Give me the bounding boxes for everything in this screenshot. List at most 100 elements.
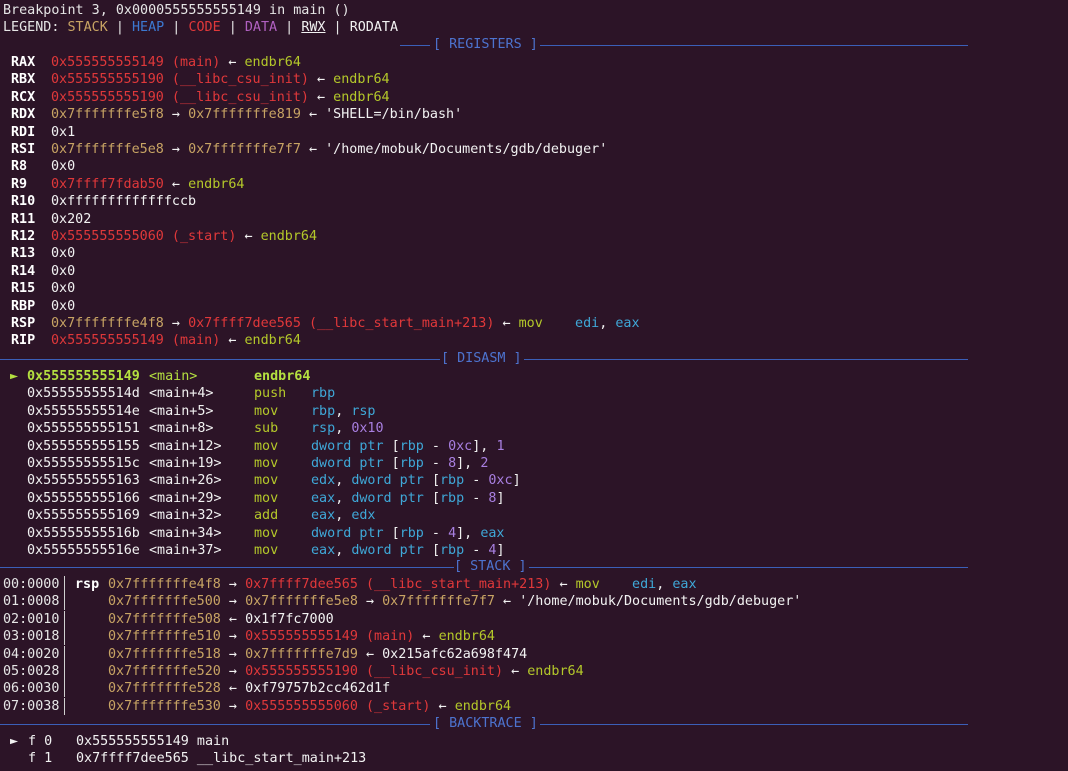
stack-divider [64, 610, 65, 628]
disasm-row[interactable]: 0x55555555515c <main+19> mov dword ptr [rbp… [0, 455, 1068, 472]
backtrace-frame[interactable]: f 1 0x7ffff7dee565 __libc_start_main+213 [0, 750, 1068, 767]
disasm-row[interactable]: 0x555555555166 <main+29> mov eax, dword ptr… [0, 490, 1068, 507]
stack-value: 0x7fffffffe520 → 0x555555555190 (__libc_… [108, 663, 584, 680]
disasm-mnemonic: mov [254, 543, 279, 558]
disasm-row[interactable]: 0x555555555151 <main+8> sub rsp, 0x10 [0, 420, 1068, 437]
disasm-address: 0x555555555163 [27, 473, 140, 489]
register-value-part: 0x555555555190 (__libc_csu_init) [51, 89, 309, 105]
stack-value-part: ← [220, 611, 246, 627]
stack-value-part: , [656, 577, 673, 592]
stack-value-part: edi [632, 577, 657, 592]
disasm-symbol: <main> [149, 369, 198, 384]
stack-row[interactable]: 03:0018 0x7fffffffe510 → 0x555555555149 (… [0, 628, 1068, 646]
register-value-part: '/home/mobuk/Documents/gdb/debuger' [325, 142, 608, 157]
disasm-row[interactable]: 0x555555555155 <main+12> mov dword ptr [rbp… [0, 438, 1068, 455]
disasm-mnemonic: sub [254, 421, 279, 437]
operand-part: rbp [440, 490, 465, 506]
stack-row[interactable]: 01:0008 0x7fffffffe500 → 0x7fffffffe5e8 →… [0, 593, 1068, 611]
operand-part: eax [311, 490, 336, 506]
stack-divider [64, 680, 65, 698]
disasm-row[interactable]: 0x55555555514e <main+5> mov rbp, rsp [0, 403, 1068, 420]
disasm-mnemonic: mov [254, 473, 279, 489]
operand-part: [ [431, 473, 440, 489]
terminal-window[interactable]: Breakpoint 3, 0x0000555555555149 in main… [0, 0, 1068, 771]
register-name: RAX [11, 55, 36, 70]
register-value-part: 0x7ffff7dee565 (__libc_start_main+213) [188, 316, 495, 331]
disasm-symbol: <main+26> [149, 473, 222, 489]
register-value: 0x0 [51, 298, 75, 315]
register-name: RBX [11, 72, 36, 88]
operand-part: ] [496, 543, 505, 558]
stack-row[interactable]: 02:0010 0x7fffffffe508 ← 0x1f7fc7000 [0, 610, 1068, 628]
stack-row[interactable]: 04:0020 0x7fffffffe518 → 0x7fffffffe7d9 ←… [0, 645, 1068, 663]
register-value-part: 0x7fffffffe7f7 [188, 142, 301, 157]
backtrace-frame[interactable]: ► f 0 0x555555555149 main [0, 733, 1068, 750]
register-value-part [543, 316, 575, 331]
register-value-part: → [163, 107, 189, 123]
register-value-part: , [599, 316, 616, 331]
disasm-current-row[interactable]: ► 0x555555555149 <main> endbr64 [0, 368, 1068, 385]
disasm-address: 0x555555555151 [27, 421, 140, 437]
register-value-part: endbr64 [333, 89, 390, 105]
operand-part: 2 [480, 456, 489, 471]
register-value-part: edi [575, 316, 600, 331]
disasm-row[interactable]: 0x55555555516e <main+37> mov eax, dword ptr… [0, 542, 1068, 559]
disasm-symbol: <main+8> [149, 421, 214, 437]
operand-part: , [335, 421, 352, 437]
register-value-part: 0x555555555060 (_start) [51, 229, 237, 244]
register-value: 0x7fffffffe5f8 → 0x7fffffffe819 ← 'SHELL… [51, 106, 462, 123]
stack-value-part: 0x1f7fc7000 [245, 611, 334, 627]
disasm-row[interactable]: 0x555555555169 <main+32> add eax, edx [0, 507, 1068, 524]
disasm-address: 0x555555555166 [27, 490, 140, 506]
stack-value-part: ← [503, 664, 528, 679]
register-value: 0x1 [51, 124, 75, 141]
operand-part: eax [311, 543, 336, 558]
register-name: RDI [11, 124, 36, 140]
operand-part: dword ptr [351, 473, 432, 489]
stack-value-part: → [220, 646, 246, 662]
register-value-part: 0x7fffffffe5e8 [51, 142, 164, 157]
operand-part: , [335, 403, 352, 419]
stack-value-part: ← [414, 629, 439, 645]
stack-row[interactable]: 07:0038 0x7fffffffe530 → 0x555555555060 (… [0, 697, 1068, 715]
disasm-address: 0x55555555516e [27, 543, 140, 558]
disasm-row[interactable]: 0x555555555163 <main+26> mov edx, dword ptr… [0, 472, 1068, 489]
register-name: R14 [11, 263, 36, 279]
disasm-title: [ DISASM ] [441, 351, 522, 366]
register-value-part: endbr64 [244, 55, 301, 70]
disasm-operands: rbp, rsp [311, 403, 376, 420]
register-value-part: ← [220, 55, 245, 70]
operand-part: rbp [399, 438, 424, 454]
disasm-operands: dword ptr [rbp - 8], 2 [311, 455, 488, 472]
register-name: R10 [11, 194, 36, 210]
operand-part: eax [480, 525, 505, 541]
stack-value-part: → [220, 629, 246, 645]
operand-part: rbp [311, 403, 336, 419]
register-value-part: eax [615, 316, 640, 331]
operand-part: edx [311, 473, 336, 489]
register-name: R12 [11, 229, 36, 244]
stack-value-part: 0x7fffffffe528 [108, 681, 221, 697]
stack-value-part: 0x215afc62a698f474 [382, 646, 528, 662]
stack-value-part: 0x7fffffffe500 [108, 594, 221, 610]
disasm-operands: rbp [311, 385, 335, 402]
disasm-mnemonic: mov [254, 438, 279, 454]
register-value-part: ← [163, 176, 189, 192]
stack-row[interactable]: 06:0030 0x7fffffffe528 ← 0xf79757b2cc462d… [0, 680, 1068, 698]
operand-part: 4 [448, 525, 457, 541]
stack-row[interactable]: 00:0000 rsp 0x7fffffffe4f8 → 0x7ffff7dee56… [0, 576, 1068, 593]
stack-value-part: ← [495, 594, 520, 610]
register-value: 0x555555555149 (main) ← endbr64 [51, 332, 301, 349]
stack-value-part: 0x7fffffffe530 [108, 698, 221, 714]
disasm-operands: edx, dword ptr [rbp - 0xc] [311, 472, 521, 489]
stack-value-part: eax [672, 577, 697, 592]
operand-part: [ [431, 490, 440, 506]
stack-row[interactable]: 05:0028 0x7fffffffe520 → 0x555555555190 (… [0, 663, 1068, 680]
disasm-symbol: <main+19> [149, 456, 222, 471]
operand-part: [ [391, 525, 400, 541]
register-value: 0x7fffffffe5e8 → 0x7fffffffe7f7 ← '/home… [51, 141, 607, 158]
disasm-address: 0x555555555169 [27, 508, 140, 524]
stack-value-part: → [220, 698, 246, 714]
disasm-row[interactable]: 0x55555555514d <main+4> push rbp [0, 385, 1068, 402]
disasm-row[interactable]: 0x55555555516b <main+34> mov dword ptr [rbp… [0, 525, 1068, 542]
